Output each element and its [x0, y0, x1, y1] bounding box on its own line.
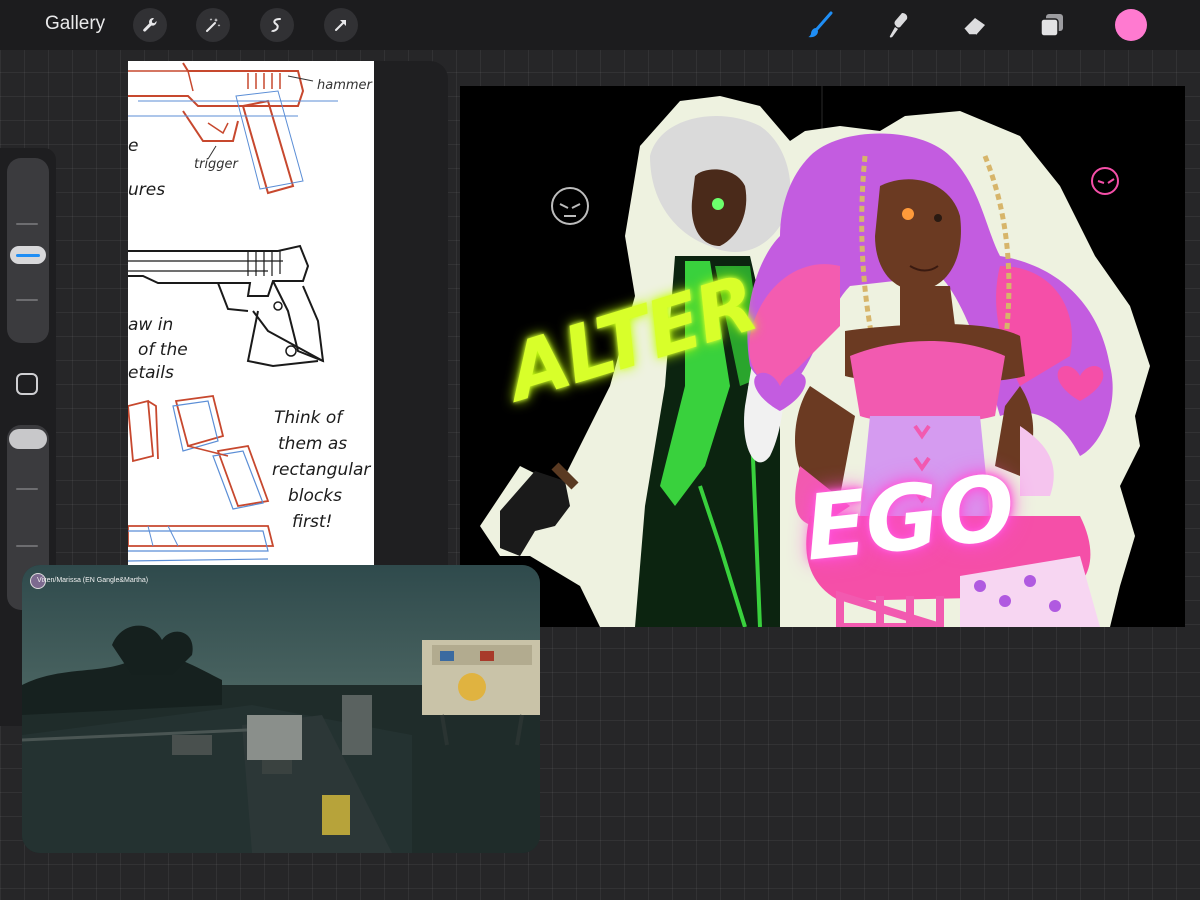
slider-tick	[16, 299, 38, 301]
magic-wand-icon[interactable]	[196, 8, 230, 42]
gallery-button[interactable]: Gallery	[45, 13, 105, 35]
text-partial: etails	[128, 363, 174, 383]
video-frame	[22, 565, 540, 853]
reference-window[interactable]: hammer trigger e ures aw in of the etail…	[128, 61, 448, 623]
channel-label: Vixen/Marissa (EN Gangle&Martha)	[37, 577, 149, 584]
note-line: rectangular	[272, 460, 371, 480]
wrench-icon[interactable]	[133, 8, 167, 42]
active-indicator	[16, 254, 40, 257]
text-partial: e	[128, 136, 139, 156]
label-hammer: hammer	[317, 78, 372, 93]
text-partial: ures	[128, 180, 166, 200]
text-partial: of the	[138, 340, 188, 360]
top-toolbar	[0, 0, 1200, 50]
smudge-icon[interactable]	[880, 7, 916, 43]
modify-button[interactable]	[16, 373, 38, 395]
slider-tick	[16, 488, 38, 490]
brush-size-handle[interactable]	[10, 246, 46, 264]
title-ego: EGO	[800, 455, 1019, 582]
note-line: first!	[292, 512, 333, 532]
reference-image: hammer trigger e ures aw in of the etail…	[128, 61, 374, 623]
text-partial: aw in	[128, 315, 174, 335]
note-line: blocks	[288, 486, 342, 506]
brush-icon[interactable]	[802, 7, 838, 43]
opacity-handle[interactable]	[9, 429, 47, 449]
note-line: Think of	[274, 408, 343, 428]
selection-icon[interactable]	[260, 8, 294, 42]
slider-tick	[16, 545, 38, 547]
video-pip[interactable]	[22, 565, 540, 853]
drawing-canvas[interactable]: ALTER EGO	[460, 86, 1185, 627]
slider-tick	[16, 223, 38, 225]
color-swatch-button[interactable]	[1115, 9, 1147, 41]
note-line: them as	[278, 434, 348, 454]
eraser-icon[interactable]	[957, 7, 993, 43]
transform-arrow-icon[interactable]	[324, 8, 358, 42]
label-trigger: trigger	[194, 157, 238, 172]
layers-icon[interactable]	[1034, 7, 1070, 43]
